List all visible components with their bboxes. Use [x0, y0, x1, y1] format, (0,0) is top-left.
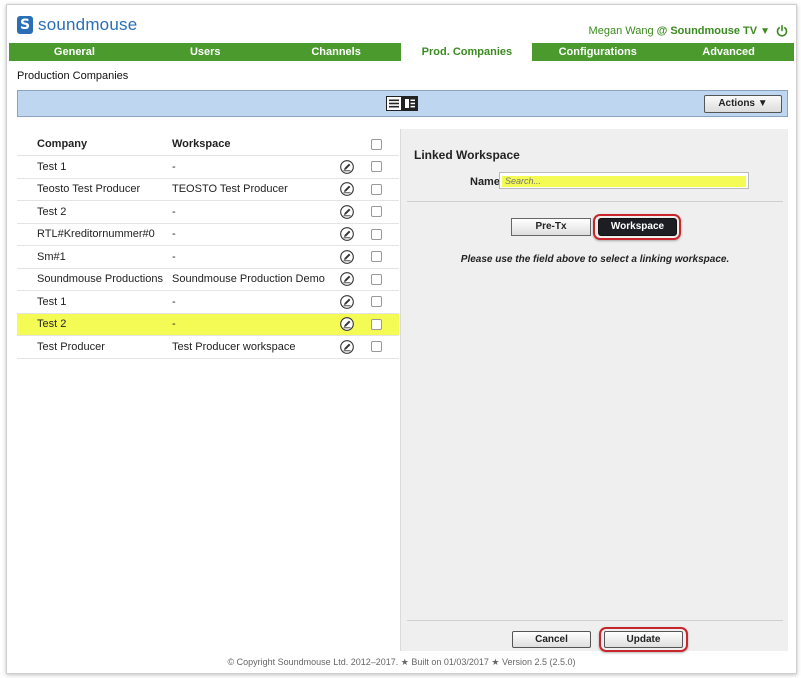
caret-down-icon: ▼ — [760, 25, 770, 37]
user-organisation: Soundmouse TV — [670, 25, 758, 37]
table-row[interactable]: Sm#1 - — [17, 246, 399, 269]
view-toggle — [386, 96, 418, 111]
company-cell: Test 1 — [37, 160, 67, 173]
workspace-search-field[interactable] — [499, 172, 749, 189]
divider — [407, 620, 783, 621]
workspace-cell: - — [172, 250, 176, 263]
row-checkbox[interactable] — [371, 183, 382, 195]
footer: © Copyright Soundmouse Ltd. 2012–2017. ★… — [227, 657, 576, 667]
edit-pencil-icon[interactable] — [339, 272, 354, 287]
pre-tx-button[interactable]: Pre-Tx — [511, 218, 591, 236]
workspace-cell: Soundmouse Production Demo — [172, 273, 325, 286]
company-cell: Test 1 — [37, 295, 67, 308]
main-nav: General Users Channels Prod. Companies C… — [9, 43, 794, 61]
row-checkbox[interactable] — [371, 273, 382, 285]
table-body: Test 1 - Teosto Test Producer TEOSTO Test P… — [17, 156, 399, 359]
list-view-icon — [389, 99, 399, 108]
user-menu[interactable]: Megan Wang @ Soundmouse TV ▼ — [589, 25, 788, 37]
table-header: Company Workspace — [17, 133, 399, 156]
app-window: S soundmouse Megan Wang @ Soundmouse TV … — [6, 4, 797, 674]
company-cell: Sm#1 — [37, 250, 66, 263]
row-checkbox[interactable] — [371, 206, 382, 218]
list-view-button[interactable] — [386, 96, 402, 111]
soundmouse-logo[interactable]: S soundmouse — [17, 15, 137, 35]
workspace-cell: - — [172, 160, 176, 173]
tab-prod-companies[interactable]: Prod. Companies — [401, 43, 533, 61]
power-icon[interactable] — [776, 25, 788, 37]
split-view-button[interactable] — [402, 96, 418, 111]
tab-channels[interactable]: Channels — [271, 43, 402, 61]
company-cell: Test 2 — [37, 205, 67, 218]
hint-text: Please use the field above to select a l… — [460, 254, 730, 265]
workspace-cell: TEOSTO Test Producer — [172, 183, 288, 196]
workspace-button[interactable]: Workspace — [598, 218, 677, 236]
row-checkbox[interactable] — [371, 318, 382, 330]
logo-text: soundmouse — [38, 15, 138, 34]
workspace-cell: - — [172, 318, 176, 331]
actions-button[interactable]: Actions ▼ — [704, 95, 782, 113]
company-cell: Soundmouse Productions — [37, 273, 163, 286]
select-all-checkbox[interactable] — [371, 138, 382, 150]
company-cell: Test 2 — [37, 318, 67, 331]
edit-pencil-icon[interactable] — [339, 294, 354, 309]
update-button[interactable]: Update — [604, 631, 683, 648]
divider — [407, 201, 783, 202]
logo-icon: S — [17, 16, 33, 34]
tab-users[interactable]: Users — [140, 43, 271, 61]
cancel-button[interactable]: Cancel — [512, 631, 591, 648]
table-row[interactable]: Test 2 - — [17, 313, 399, 336]
table-row[interactable]: Test 2 - — [17, 201, 399, 224]
row-checkbox[interactable] — [371, 228, 382, 240]
table-row[interactable]: Teosto Test Producer TEOSTO Test Producer — [17, 179, 399, 201]
toolbar: Actions ▼ — [17, 90, 788, 117]
tab-advanced[interactable]: Advanced — [663, 43, 794, 61]
edit-pencil-icon[interactable] — [339, 317, 354, 332]
edit-pencil-icon[interactable] — [339, 339, 354, 354]
tab-configurations[interactable]: Configurations — [532, 43, 663, 61]
row-checkbox[interactable] — [371, 341, 382, 353]
user-name: Megan Wang — [588, 25, 654, 37]
edit-pencil-icon[interactable] — [339, 204, 354, 219]
company-cell: RTL#Kreditornummer#0 — [37, 228, 155, 241]
workspace-cell: - — [172, 228, 176, 241]
edit-pencil-icon[interactable] — [339, 159, 354, 174]
column-workspace[interactable]: Workspace — [172, 138, 329, 150]
edit-pencil-icon[interactable] — [339, 182, 354, 197]
row-checkbox[interactable] — [371, 296, 382, 308]
workspace-cell: - — [172, 295, 176, 308]
workspace-search-input[interactable] — [502, 175, 746, 187]
workspace-cell: Test Producer workspace — [172, 340, 296, 353]
edit-pencil-icon[interactable] — [339, 227, 354, 242]
company-cell: Test Producer — [37, 340, 105, 353]
split-view-icon — [405, 99, 415, 108]
column-company[interactable]: Company — [17, 138, 172, 150]
table-row[interactable]: Soundmouse Productions Soundmouse Product… — [17, 269, 399, 291]
panel-title: Linked Workspace — [414, 148, 520, 162]
app-header: S soundmouse Megan Wang @ Soundmouse TV … — [7, 5, 796, 43]
breadcrumb: Production Companies — [17, 70, 129, 82]
table-row[interactable]: RTL#Kreditornummer#0 - — [17, 224, 399, 246]
table-row[interactable]: Test Producer Test Producer workspace — [17, 336, 399, 359]
workspace-cell: - — [172, 205, 176, 218]
table-row[interactable]: Test 1 - — [17, 291, 399, 314]
user-at-sign: @ — [656, 25, 668, 37]
row-checkbox[interactable] — [371, 251, 382, 263]
linked-workspace-panel: Linked Workspace Name: Pre-Tx Workspace … — [400, 129, 788, 652]
edit-pencil-icon[interactable] — [339, 249, 354, 264]
tab-general[interactable]: General — [9, 43, 140, 61]
table-row[interactable]: Test 1 - — [17, 156, 399, 179]
companies-table: Company Workspace Test 1 - Teosto Test Pro… — [17, 133, 399, 359]
company-cell: Teosto Test Producer — [37, 183, 141, 196]
row-checkbox[interactable] — [371, 161, 382, 173]
